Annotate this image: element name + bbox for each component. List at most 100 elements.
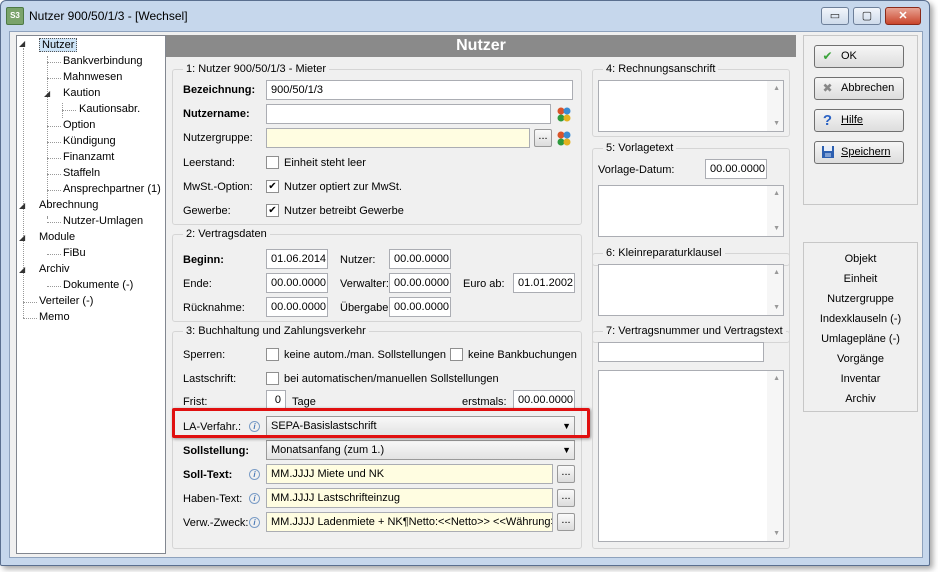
tree-item-nutzer-umlagen[interactable]: Nutzer-Umlagen [63, 214, 143, 229]
minimize-button[interactable]: ▭ [821, 7, 849, 25]
lastschrift-checkbox[interactable] [266, 372, 279, 385]
euro-ab-field[interactable]: 01.01.2002 [513, 273, 575, 293]
abbrechen-button[interactable]: ✖ Abbrechen [814, 77, 904, 100]
tree-item-kuendigung[interactable]: Kündigung [63, 134, 116, 149]
solltext-field[interactable]: MM.JJJJ Miete und NK [266, 464, 553, 484]
scrollbar[interactable]: ▲ ▼ [767, 81, 783, 131]
speichern-button[interactable]: Speichern [814, 141, 904, 164]
leerstand-checkbox-label: Einheit steht leer [284, 157, 366, 169]
sperren-sollstellungen-checkbox[interactable] [266, 348, 279, 361]
link-objekt[interactable]: Objekt [804, 252, 917, 266]
habentext-browse-button[interactable]: ... [557, 489, 575, 507]
verwzweck-browse-button[interactable]: ... [557, 513, 575, 531]
mwst-label: MwSt.-Option: [183, 181, 253, 193]
main-panel: Nutzer 1: Nutzer 900/50/1/3 - Mieter Bez… [166, 35, 796, 554]
beginn-field[interactable]: 01.06.2014 [266, 249, 328, 269]
tree-item-mahnwesen[interactable]: Mahnwesen [63, 70, 122, 85]
info-icon[interactable]: i [249, 469, 260, 480]
bezeichnung-field[interactable]: 900/50/1/3 [266, 80, 573, 100]
expand-toggle-icon[interactable]: ◢ [19, 39, 25, 48]
nutzername-field[interactable] [266, 104, 551, 124]
group-nutzer-title: 1: Nutzer 900/50/1/3 - Mieter [183, 63, 330, 76]
help-icon: ? [822, 112, 833, 129]
frist-field[interactable]: 0 [266, 390, 286, 410]
link-nutzergruppe[interactable]: Nutzergruppe [804, 292, 917, 306]
hilfe-button[interactable]: ? Hilfe [814, 109, 904, 132]
lastschrift-label: Lastschrift: [183, 373, 237, 385]
tree-item-finanzamt[interactable]: Finanzamt [63, 150, 114, 165]
scrollbar[interactable]: ▲ ▼ [767, 186, 783, 236]
tree-item-archiv[interactable]: Archiv [39, 262, 70, 277]
group-vertragsdaten-title: 2: Vertragsdaten [183, 228, 270, 241]
tree-item-module[interactable]: Module [39, 230, 75, 245]
kleinreparatur-textarea[interactable]: ▲ ▼ [598, 264, 784, 316]
group-kleinreparatur-title: 6: Kleinreparaturklausel [603, 247, 725, 260]
page-title: Nutzer [166, 35, 796, 57]
tree-item-kautionsabr[interactable]: Kautionsabr. [79, 102, 140, 117]
tree-item-fibu[interactable]: FiBu [63, 246, 86, 261]
link-archiv[interactable]: Archiv [804, 392, 917, 406]
link-umlageplaene[interactable]: Umlagepläne (-) [804, 332, 917, 346]
tree-item-ansprechpartner[interactable]: Ansprechpartner (1) [63, 182, 161, 197]
ruecknahme-field[interactable]: 00.00.0000 [266, 297, 328, 317]
tree-item-nutzer[interactable]: Nutzer [39, 38, 78, 53]
expand-toggle-icon[interactable]: ◢ [19, 201, 25, 210]
people-picker-icon[interactable] [555, 105, 573, 123]
group-buchhaltung: 3: Buchhaltung und Zahlungsverkehr Sperr… [172, 325, 582, 549]
ruecknahme-label: Rücknahme: [183, 302, 245, 314]
uebergabe-label: Übergabe: [340, 302, 392, 314]
sollstellung-dropdown[interactable]: Monatsanfang (zum 1.) ▼ [266, 440, 575, 460]
vorlage-datum-field[interactable]: 00.00.0000 [705, 159, 767, 179]
nutzergruppe-browse-button[interactable]: ... [534, 129, 552, 147]
link-vorgaenge[interactable]: Vorgänge [804, 352, 917, 366]
related-links-panel: Objekt Einheit Nutzergruppe Indexklausel… [803, 242, 918, 412]
scrollbar[interactable]: ▲ ▼ [767, 265, 783, 315]
verwalter-field[interactable]: 00.00.0000 [389, 273, 451, 293]
rechnungsanschrift-textarea[interactable]: ▲ ▼ [598, 80, 784, 132]
uebergabe-field[interactable]: 00.00.0000 [389, 297, 451, 317]
expand-toggle-icon[interactable]: ◢ [19, 265, 25, 274]
habentext-field[interactable]: MM.JJJJ Lastschrifteinzug [266, 488, 553, 508]
nutzer-date-field[interactable]: 00.00.0000 [389, 249, 451, 269]
people-picker-icon[interactable] [555, 129, 573, 147]
tree-item-verteiler[interactable]: Verteiler (-) [39, 294, 93, 309]
tree-item-abrechnung[interactable]: Abrechnung [39, 198, 98, 213]
scrollbar[interactable]: ▲ ▼ [767, 371, 783, 541]
expand-toggle-icon[interactable]: ◢ [19, 233, 25, 242]
action-panel: ✔ OK ✖ Abbrechen ? Hilfe Speichern [803, 35, 918, 205]
link-inventar[interactable]: Inventar [804, 372, 917, 386]
tree-item-dokumente[interactable]: Dokumente (-) [63, 278, 133, 293]
tree-item-memo[interactable]: Memo [39, 310, 70, 325]
solltext-browse-button[interactable]: ... [557, 465, 575, 483]
vorlagetext-textarea[interactable]: ▲ ▼ [598, 185, 784, 237]
client-area: ◢ Nutzer Bankverbindung Mahnwesen ◢ Kaut… [9, 31, 923, 558]
tree-item-staffeln[interactable]: Staffeln [63, 166, 100, 181]
navigation-tree[interactable]: ◢ Nutzer Bankverbindung Mahnwesen ◢ Kaut… [16, 35, 166, 554]
chevron-down-icon: ▼ [562, 445, 571, 455]
nutzergruppe-field[interactable] [266, 128, 530, 148]
gewerbe-checkbox[interactable]: ✔ [266, 204, 279, 217]
tree-item-kaution[interactable]: Kaution [63, 86, 100, 101]
tree-item-bankverbindung[interactable]: Bankverbindung [63, 54, 143, 69]
erstmals-field[interactable]: 00.00.0000 [513, 390, 575, 410]
vorlage-datum-label: Vorlage-Datum: [598, 164, 675, 176]
link-einheit[interactable]: Einheit [804, 272, 917, 286]
title-bar[interactable]: S3 Nutzer 900/50/1/3 - [Wechsel] ▭ ▢ ✕ [1, 1, 929, 31]
leerstand-checkbox[interactable] [266, 156, 279, 169]
close-button[interactable]: ✕ [885, 7, 921, 25]
mwst-checkbox[interactable]: ✔ [266, 180, 279, 193]
nutzergruppe-label: Nutzergruppe: [183, 132, 253, 144]
sperren-bankbuchungen-checkbox[interactable] [450, 348, 463, 361]
info-icon[interactable]: i [249, 493, 260, 504]
tree-item-option[interactable]: Option [63, 118, 95, 133]
link-indexklauseln[interactable]: Indexklauseln (-) [804, 312, 917, 326]
vertragsnummer-field[interactable] [598, 342, 764, 362]
maximize-button[interactable]: ▢ [853, 7, 881, 25]
vertragstext-textarea[interactable]: ▲ ▼ [598, 370, 784, 542]
expand-toggle-icon[interactable]: ◢ [44, 89, 50, 98]
info-icon[interactable]: i [249, 517, 260, 528]
solltext-label: Soll-Text: [183, 469, 233, 481]
verwzweck-field[interactable]: MM.JJJJ Ladenmiete + NK¶Netto:<<Netto>> … [266, 512, 553, 532]
ende-field[interactable]: 00.00.0000 [266, 273, 328, 293]
ok-button[interactable]: ✔ OK [814, 45, 904, 68]
